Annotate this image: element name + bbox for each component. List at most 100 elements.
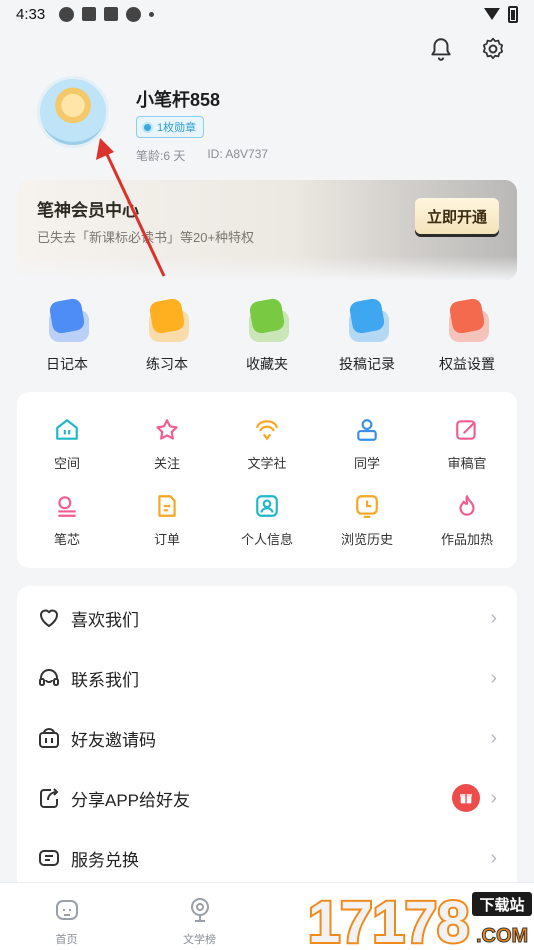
grid-item-order[interactable]: 订单 xyxy=(117,482,217,558)
gift-icon xyxy=(452,784,481,812)
grid-item-label: 同学 xyxy=(353,455,380,471)
chevron-right-icon: › xyxy=(490,606,497,629)
bell-icon[interactable] xyxy=(428,36,454,62)
quick-action-submission-record[interactable]: 投稿记录 xyxy=(317,296,417,374)
medal-badge-label: 1枚勋章 xyxy=(157,122,197,134)
tab-literature-rank[interactable]: 文学榜 xyxy=(133,883,266,950)
vip-subtitle: 已失去「新课标必读书」等20+种特权 xyxy=(37,230,255,245)
grid-item-label: 关注 xyxy=(153,455,180,471)
quick-action-exercise-book[interactable]: 练习本 xyxy=(117,296,217,374)
medal-icon xyxy=(142,121,153,133)
watermark-number: 17178 xyxy=(308,890,469,950)
exercise-book-icon xyxy=(145,296,189,342)
grid-item-literary-club[interactable]: 文学社 xyxy=(217,406,317,482)
reviewer-icon xyxy=(456,419,476,440)
vip-title: 笔神会员中心 xyxy=(37,201,139,220)
quick-action-benefits[interactable]: 权益设置 xyxy=(417,296,517,374)
more-notifications-dot-icon xyxy=(149,11,155,17)
profile-meta: 笔龄:6 天 ID: A8V737 xyxy=(136,147,268,164)
feature-grid: 空间 关注 文学社 同学 审稿官 笔芯 订单 个人信息 浏览历史 作品加热 xyxy=(17,392,517,568)
headset-icon xyxy=(39,669,59,686)
boost-flame-icon xyxy=(459,494,475,516)
quick-action-label: 日记本 xyxy=(46,356,88,372)
settings-list: 喜欢我们 › 联系我们 › 好友邀请码 › 分享APP给好友 › 服务兑换 › xyxy=(17,586,517,886)
quick-action-label: 投稿记录 xyxy=(339,356,395,372)
grid-item-label: 作品加热 xyxy=(440,531,493,547)
benefits-icon xyxy=(445,296,489,342)
tab-label: 首页 xyxy=(55,934,78,946)
favorites-icon xyxy=(245,296,289,342)
username: 小笔杆858 xyxy=(136,90,221,110)
status-time: 4:33 xyxy=(16,5,46,23)
classmates-icon xyxy=(357,418,377,441)
grid-item-follow[interactable]: 关注 xyxy=(117,406,217,482)
avatar[interactable] xyxy=(37,76,109,148)
list-item-share-app[interactable]: 分享APP给好友 › xyxy=(17,768,517,828)
list-item-label: 联系我们 xyxy=(71,670,139,690)
tab-home[interactable]: 首页 xyxy=(0,883,133,950)
grid-item-history[interactable]: 浏览历史 xyxy=(317,482,417,558)
grid-item-label: 审稿官 xyxy=(447,455,487,471)
watermark-domain: .COM xyxy=(476,925,528,947)
list-item-contact-us[interactable]: 联系我们 › xyxy=(17,648,517,708)
list-item-label: 喜欢我们 xyxy=(71,610,139,630)
activate-vip-button[interactable]: 立即开通 xyxy=(415,198,499,234)
pen-refill-icon xyxy=(58,495,76,517)
space-icon xyxy=(56,418,78,440)
watermark-tag: 下载站 xyxy=(479,896,524,914)
submission-record-icon xyxy=(345,296,389,342)
notification-square-icon xyxy=(104,7,119,21)
medal-badge[interactable]: 1枚勋章 xyxy=(136,116,205,138)
trophy-icon xyxy=(190,898,209,922)
invite-code-icon xyxy=(39,728,59,748)
grid-item-classmates[interactable]: 同学 xyxy=(317,406,417,482)
chevron-right-icon: › xyxy=(490,666,497,689)
heart-icon xyxy=(40,609,58,627)
user-id: ID: A8V737 xyxy=(207,147,269,161)
chevron-right-icon: › xyxy=(490,846,497,869)
history-icon xyxy=(356,494,378,518)
grid-item-label: 订单 xyxy=(153,531,180,547)
status-notification-icons xyxy=(59,6,155,22)
list-item-label: 服务兑换 xyxy=(71,850,139,870)
grid-item-pen-refill[interactable]: 笔芯 xyxy=(17,482,117,558)
chevron-right-icon: › xyxy=(490,726,497,749)
status-bar: 4:33 xyxy=(0,0,534,28)
notification-app-icon xyxy=(59,6,75,22)
chevron-right-icon: › xyxy=(490,786,497,809)
grid-item-personal-info[interactable]: 个人信息 xyxy=(217,482,317,558)
grid-item-space[interactable]: 空间 xyxy=(17,406,117,482)
grid-item-label: 文学社 xyxy=(247,455,287,471)
literary-club-icon xyxy=(256,419,278,440)
writing-age: 笔龄:6 天 xyxy=(136,149,186,163)
diary-icon xyxy=(45,296,89,342)
quick-action-label: 收藏夹 xyxy=(246,356,288,372)
list-item-invite-code[interactable]: 好友邀请码 › xyxy=(17,708,517,768)
notification-app-icon xyxy=(126,6,142,22)
vip-center-card[interactable]: 笔神会员中心 已失去「新课标必读书」等20+种特权 立即开通 xyxy=(17,180,517,280)
order-icon xyxy=(158,494,176,517)
settings-gear-icon[interactable] xyxy=(480,36,506,62)
quick-action-diary[interactable]: 日记本 xyxy=(17,296,117,374)
share-icon xyxy=(40,788,59,808)
battery-icon xyxy=(508,5,518,23)
grid-item-label: 个人信息 xyxy=(240,531,293,547)
list-item-label: 分享APP给好友 xyxy=(71,790,191,810)
notification-square-icon xyxy=(82,7,97,21)
tab-label: 文学榜 xyxy=(183,934,216,946)
grid-item-label: 笔芯 xyxy=(53,531,80,547)
grid-item-boost[interactable]: 作品加热 xyxy=(417,482,517,558)
quick-action-favorites[interactable]: 收藏夹 xyxy=(217,296,317,374)
personal-info-icon xyxy=(256,494,278,517)
list-item-label: 好友邀请码 xyxy=(71,730,156,750)
grid-item-label: 空间 xyxy=(53,455,80,471)
list-item-like-us[interactable]: 喜欢我们 › xyxy=(17,588,517,648)
grid-item-reviewer[interactable]: 审稿官 xyxy=(417,406,517,482)
home-icon xyxy=(55,900,78,920)
list-item-redeem[interactable]: 服务兑换 › xyxy=(17,828,517,888)
quick-action-label: 权益设置 xyxy=(439,356,495,372)
site-watermark-logo: 17178 下载站 .COM xyxy=(306,888,532,950)
grid-item-label: 浏览历史 xyxy=(340,531,393,547)
redeem-icon xyxy=(39,850,59,866)
quick-actions: 日记本 练习本 收藏夹 投稿记录 权益设置 xyxy=(17,296,517,374)
